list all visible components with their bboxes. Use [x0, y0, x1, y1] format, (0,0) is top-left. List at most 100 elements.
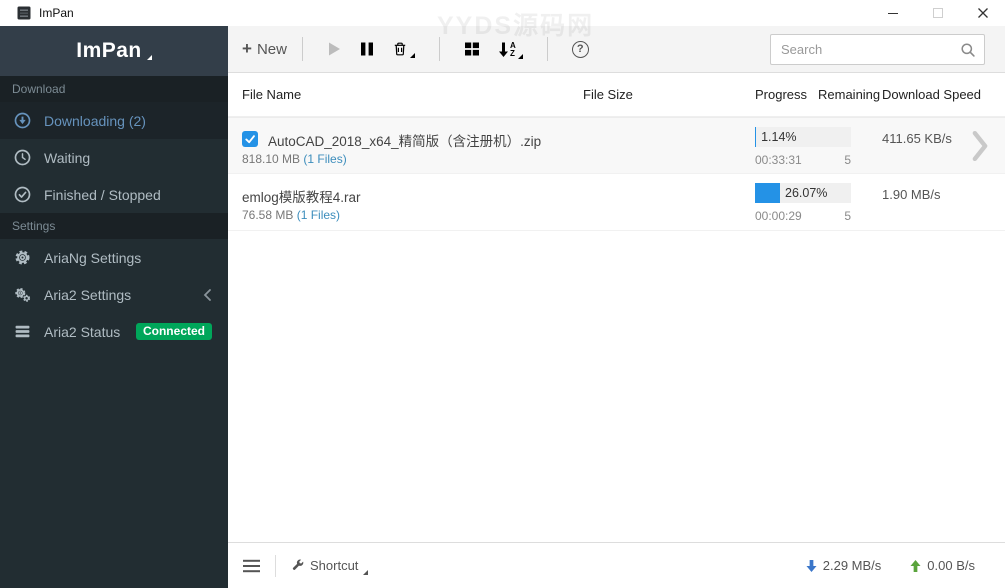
footer-divider: [275, 554, 276, 577]
search-input[interactable]: [781, 42, 960, 57]
grid-icon: [464, 42, 479, 56]
chevron-right-icon: [972, 130, 988, 162]
sidebar-item-downloading[interactable]: Downloading (2): [0, 102, 228, 139]
search-icon[interactable]: [960, 42, 976, 58]
column-header-remaining: Remaining: [818, 87, 881, 102]
delete-button[interactable]: [392, 41, 415, 58]
minimize-icon: [887, 12, 898, 14]
files-count-link[interactable]: (1 Files): [303, 152, 346, 166]
view-toggle-button[interactable]: [464, 41, 480, 57]
minimize-button[interactable]: [870, 0, 915, 26]
row-detail-chevron[interactable]: [971, 128, 989, 169]
sort-az-icon: A Z: [509, 40, 516, 58]
file-name: emlog模版教程4.rar: [242, 190, 361, 205]
sidebar-section-download: Download: [0, 76, 228, 102]
caret-down-icon: [146, 54, 152, 60]
file-size: 76.58 MB: [242, 208, 294, 222]
shortcut-label: Shortcut: [310, 558, 359, 573]
gear-icon: [14, 249, 31, 266]
plus-icon: +: [242, 39, 252, 58]
window-title: ImPan: [39, 6, 74, 20]
chevron-left-icon[interactable]: [203, 288, 212, 302]
progress-fill: [755, 183, 781, 203]
download-speed: 411.65 KB/s: [882, 131, 952, 146]
row-checkbox[interactable]: [242, 131, 258, 147]
upload-arrow-icon: [910, 559, 921, 572]
check-icon: [245, 135, 255, 144]
sort-arrow-icon: [498, 42, 508, 57]
app-logo-label: ImPan: [76, 39, 142, 62]
files-count-link[interactable]: (1 Files): [297, 208, 340, 222]
progress-bar: 1.14%: [755, 127, 851, 147]
column-header-download-speed: Download Speed: [882, 87, 982, 102]
toolbar-divider: [438, 37, 440, 61]
app-icon: [17, 6, 31, 20]
sidebar-item-label: Downloading (2): [44, 112, 146, 129]
maximize-button[interactable]: [915, 0, 960, 26]
download-row[interactable]: AutoCAD_2018_x64_精简版（含注册机）.zip 818.10 MB…: [228, 117, 1005, 174]
wrench-icon: [292, 559, 304, 570]
play-icon: [328, 42, 340, 56]
sidebar-item-label: Finished / Stopped: [44, 186, 161, 203]
sort-button[interactable]: A Z: [498, 40, 523, 59]
close-button[interactable]: [960, 0, 1005, 26]
sidebar-item-label: Waiting: [44, 149, 91, 166]
sidebar-item-finished-stopped[interactable]: Finished / Stopped: [0, 176, 228, 213]
file-size-info: 76.58 MB (1 Files): [242, 208, 340, 222]
caret-down-icon: [363, 570, 369, 575]
toolbar: + New A Z ? Search: [228, 26, 1005, 73]
column-header-file-name: File Name: [242, 87, 302, 102]
global-upload-speed: 0.00 B/s: [909, 558, 975, 573]
start-button[interactable]: [327, 41, 342, 57]
sidebar-item-aria2-settings[interactable]: Aria2 Settings: [0, 276, 228, 313]
connection-count: 5: [844, 209, 851, 223]
sidebar-item-aria2-status[interactable]: Aria2 Status Connected: [0, 313, 228, 350]
global-download-speed: 2.29 MB/s: [805, 558, 882, 573]
column-header-file-size: File Size: [583, 87, 633, 102]
app-logo[interactable]: ImPan: [0, 26, 228, 76]
window-controls: [870, 0, 1005, 26]
progress-percent: 1.14%: [761, 130, 797, 144]
close-icon: [977, 8, 988, 18]
download-row[interactable]: emlog模版教程4.rar 76.58 MB (1 Files) 26.07%…: [228, 174, 1005, 231]
pause-button[interactable]: [360, 41, 374, 57]
sidebar-item-ariang-settings[interactable]: AriaNg Settings: [0, 239, 228, 276]
file-size-info: 818.10 MB (1 Files): [242, 152, 347, 166]
help-button[interactable]: ?: [571, 40, 589, 58]
status-badge: Connected: [135, 323, 212, 340]
gears-icon: [14, 286, 31, 303]
download-arrow-icon: [806, 559, 817, 572]
clock-icon: [14, 149, 31, 166]
progress-bar: 26.07%: [755, 183, 851, 203]
footer-menu-button[interactable]: [243, 559, 260, 573]
new-button-label: New: [256, 40, 287, 58]
global-upload-speed-value: 0.00 B/s: [927, 558, 975, 573]
caret-down-icon: [517, 53, 523, 59]
table-header: File Name File Size Progress Remaining D…: [228, 73, 1005, 117]
sidebar-item-label: AriaNg Settings: [44, 249, 142, 266]
sidebar-item-waiting[interactable]: Waiting: [0, 139, 228, 176]
new-download-button[interactable]: + New: [242, 39, 287, 59]
sidebar-item-label: Aria2 Settings: [44, 286, 132, 303]
help-icon: ?: [571, 40, 589, 58]
sidebar-item-label: Aria2 Status: [44, 323, 121, 340]
shortcut-button[interactable]: Shortcut: [291, 558, 369, 575]
search-box: [770, 34, 985, 65]
toolbar-divider: [546, 37, 548, 61]
sidebar: ImPan Download Downloading (2) Waiting F…: [0, 26, 228, 588]
sidebar-section-settings: Settings: [0, 213, 228, 239]
download-speed: 1.90 MB/s: [882, 187, 941, 202]
toolbar-divider: [301, 37, 303, 61]
trash-icon: [394, 42, 406, 56]
global-download-speed-value: 2.29 MB/s: [822, 558, 882, 573]
main-panel: + New A Z ? Search File Name File Size P…: [228, 26, 1005, 588]
global-speeds: 2.29 MB/s 0.00 B/s: [805, 558, 975, 573]
title-bar: ImPan: [0, 0, 1005, 26]
status-bar: Shortcut 2.29 MB/s 0.00 B/s: [228, 542, 1005, 588]
file-name: AutoCAD_2018_x64_精简版（含注册机）.zip: [268, 134, 542, 149]
maximize-icon: [932, 8, 943, 18]
connection-count: 5: [844, 153, 851, 167]
app-window: ImPan YYDS源码网 ImPan Download: [0, 0, 1005, 588]
progress-fill: [755, 127, 757, 147]
hamburger-icon: [243, 559, 260, 572]
